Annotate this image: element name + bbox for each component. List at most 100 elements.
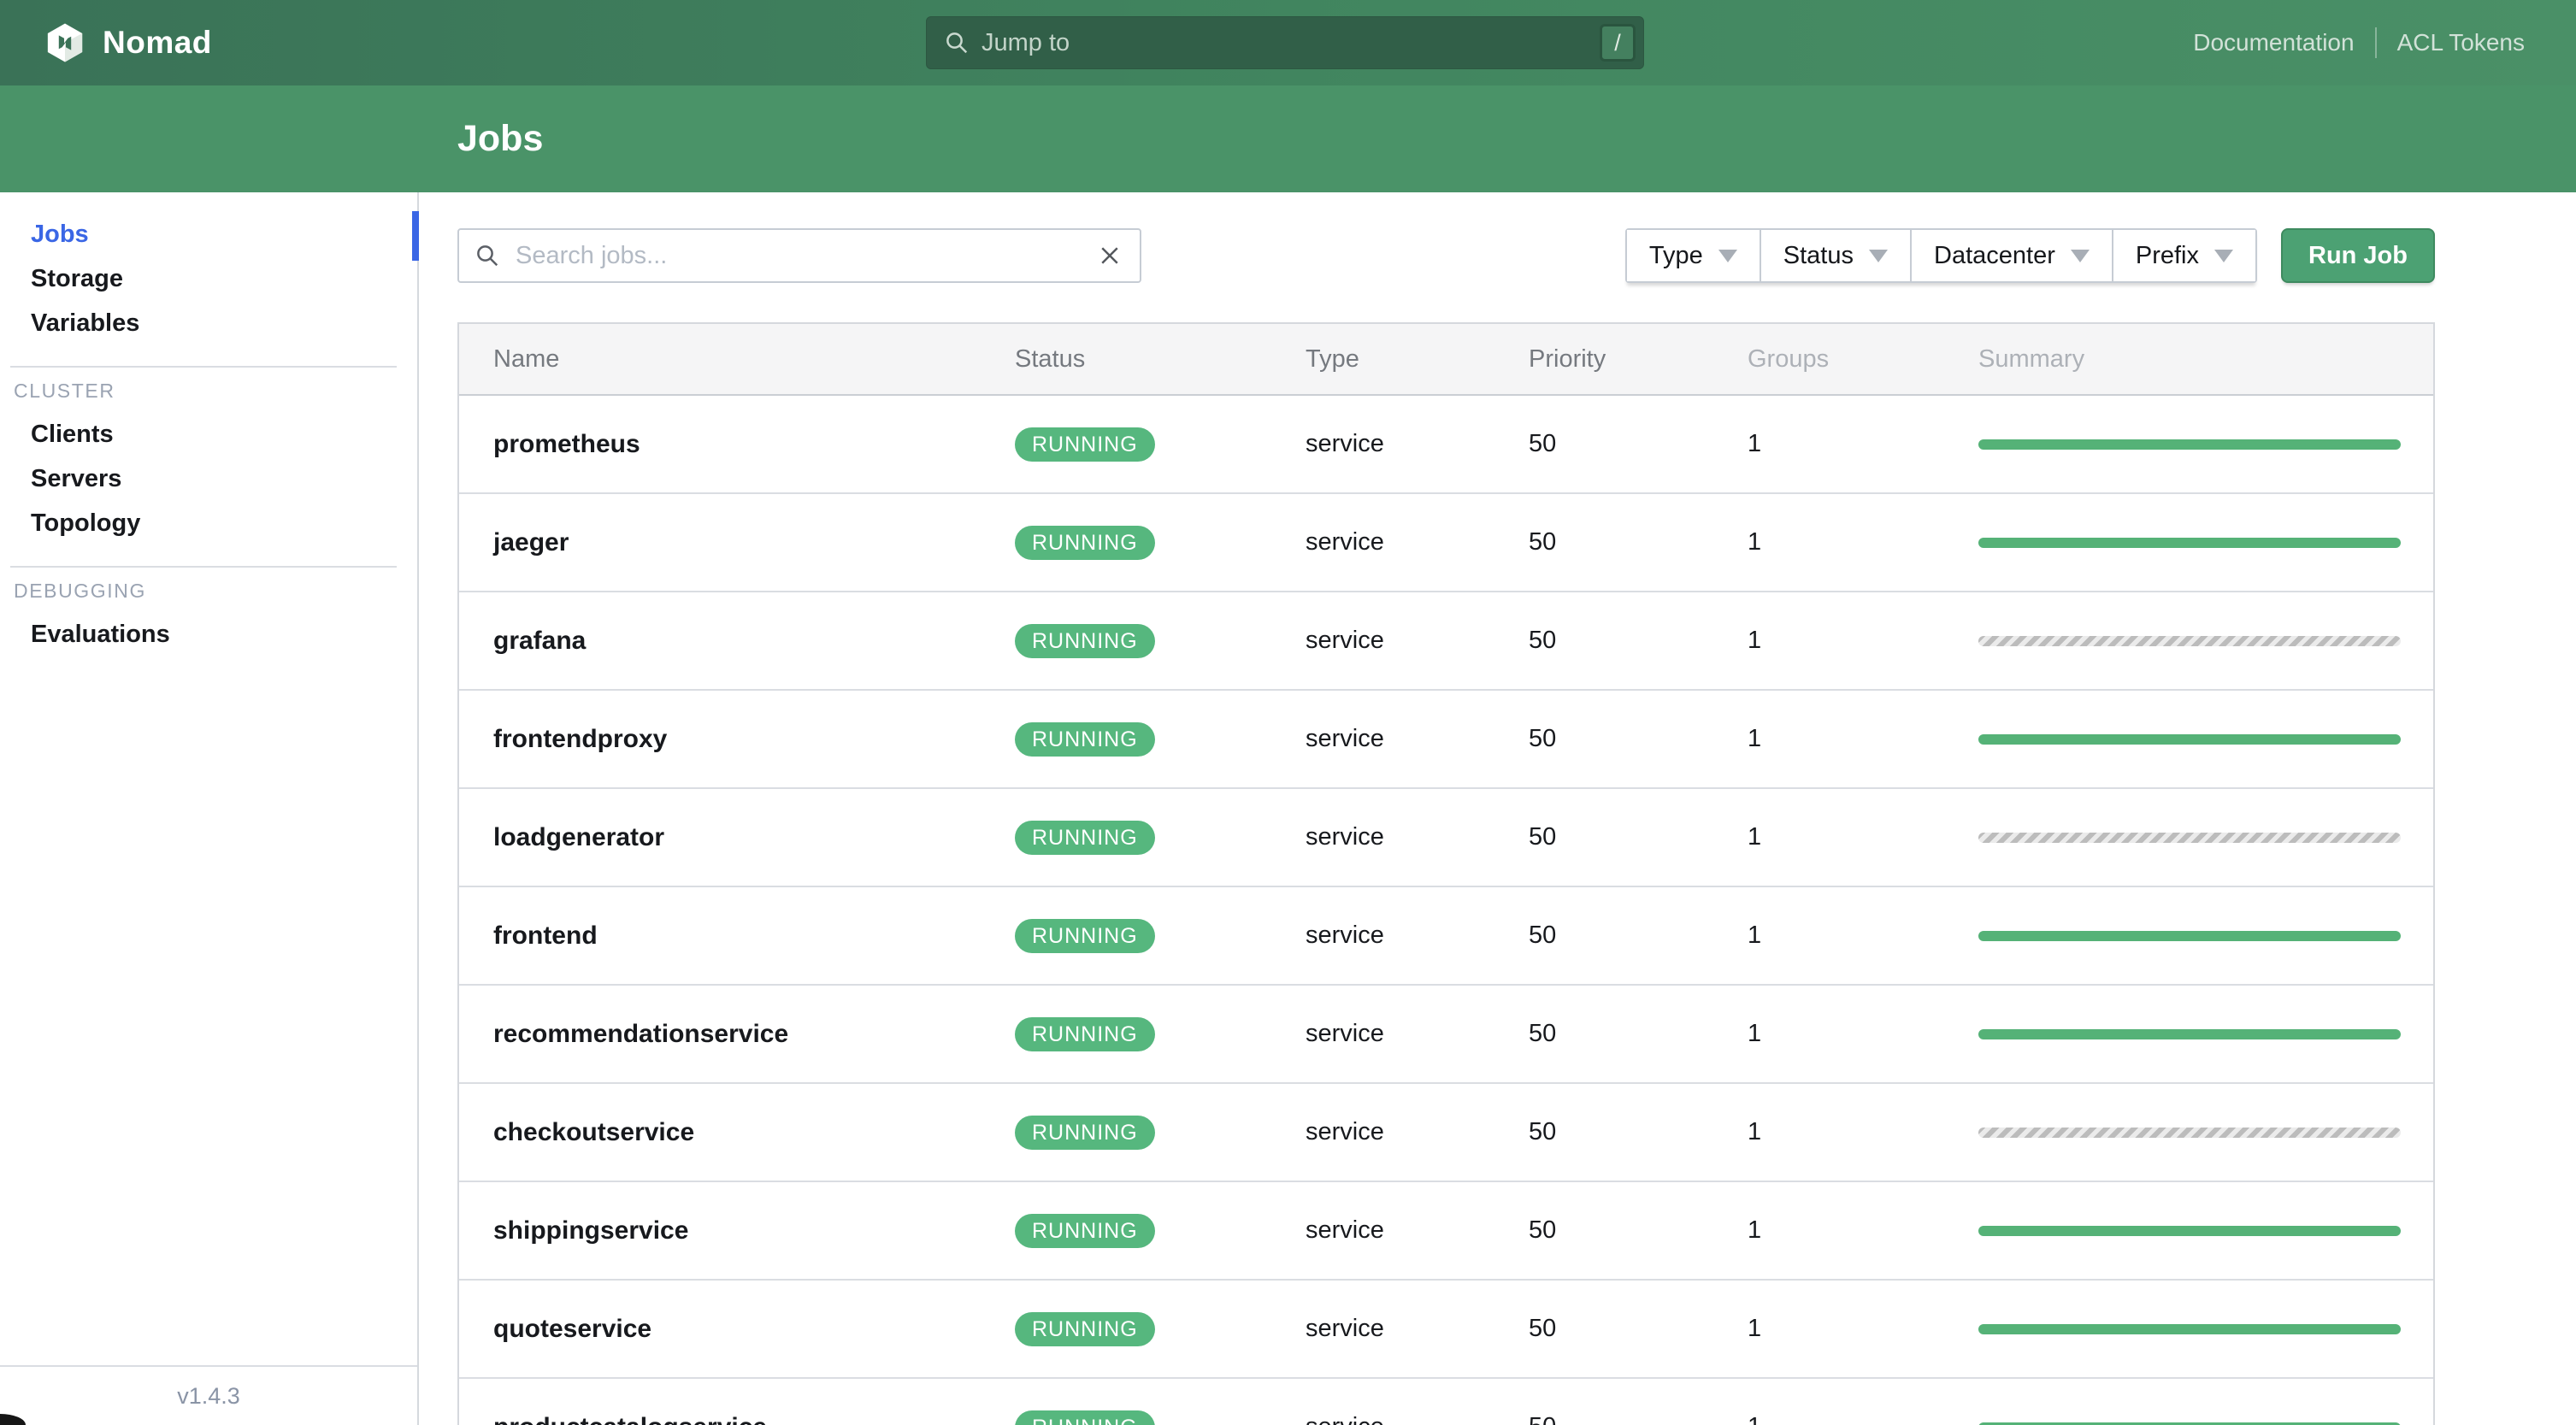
sidebar-item-label: Jobs [31,220,89,248]
job-groups: 1 [1748,922,1762,949]
status-badge: RUNNING [1015,1213,1155,1248]
table-row[interactable]: checkoutservice RUNNING service 50 1 [459,1084,2433,1182]
status-badge: RUNNING [1015,427,1155,462]
job-priority: 50 [1529,1315,1557,1342]
top-navbar: Nomad / Documentation ACL Tokens [0,0,2576,85]
summary-bar [1978,635,2401,646]
job-type: service [1306,1216,1384,1244]
filter-dropdown-type[interactable]: Type [1626,230,1761,281]
job-groups: 1 [1748,1020,1762,1047]
sidebar-item-evaluations[interactable]: Evaluations [0,612,417,657]
column-header-priority[interactable]: Priority [1529,345,1748,374]
job-groups: 1 [1748,1315,1762,1342]
job-priority: 50 [1529,528,1557,556]
summary-bar [1978,1028,2401,1039]
table-row[interactable]: frontend RUNNING service 50 1 [459,887,2433,986]
job-name: quoteservice [493,1314,652,1343]
summary-bar [1978,537,2401,548]
job-type: service [1306,1413,1529,1425]
column-header-summary: Summary [1978,344,2085,373]
table-row[interactable]: prometheus RUNNING service 50 1 [459,396,2433,494]
sidebar-item-topology[interactable]: Topology [0,501,417,545]
sidebar-section-debugging: DEBUGGING [14,579,146,602]
jobs-search-input[interactable] [457,228,1141,283]
brand-name: Nomad [103,25,212,60]
summary-bar [1978,930,2401,941]
filter-label: Status [1783,241,1854,269]
sidebar-item-clients[interactable]: Clients [0,412,417,456]
sidebar-item-jobs[interactable]: Jobs [0,211,419,261]
summary-bar [1978,733,2401,745]
table-row[interactable]: frontendproxy RUNNING service 50 1 [459,691,2433,789]
job-priority: 50 [1529,823,1557,851]
slash-shortcut-badge: / [1600,24,1636,62]
status-badge: RUNNING [1015,1115,1155,1150]
chevron-down-icon [2070,249,2090,262]
column-header-status[interactable]: Status [1015,345,1306,374]
jobs-search [457,228,1141,283]
sidebar-item-storage[interactable]: Storage [0,256,417,301]
column-header-name[interactable]: Name [459,345,1015,374]
run-job-button[interactable]: Run Job [2281,228,2435,283]
sidebar: Jobs Storage Variables CLUSTER Clients S… [0,192,419,1425]
brand[interactable]: Nomad [44,22,212,63]
sidebar-divider [10,566,397,568]
table-row[interactable]: shippingservice RUNNING service 50 1 [459,1182,2433,1281]
table-row[interactable]: quoteservice RUNNING service 50 1 [459,1281,2433,1379]
filter-dropdown-status[interactable]: Status [1760,230,1912,281]
clear-search-icon[interactable] [1097,243,1123,268]
filter-label: Prefix [2135,241,2199,269]
filter-dropdown-prefix[interactable]: Prefix [2113,230,2255,281]
job-name: checkoutservice [493,1117,695,1146]
jump-to-search[interactable]: / [926,16,1644,69]
job-name: jaeger [493,527,569,556]
job-groups: 1 [1748,1118,1762,1145]
job-name: productcatalogservice [459,1413,1015,1425]
job-groups: 1 [1748,1413,1978,1425]
sidebar-section-cluster: CLUSTER [14,379,115,402]
job-name: shippingservice [493,1216,689,1245]
filter-label: Type [1648,241,1703,269]
summary-bar [1978,1422,2401,1425]
table-header: Name Status Type Priority Groups Summary [459,324,2433,396]
job-type: service [1306,922,1384,949]
main-content: Type Status Datacenter Prefix Run Job Na… [419,192,2576,1425]
job-groups: 1 [1748,627,1762,654]
top-links-divider [2374,27,2377,58]
chevron-down-icon [2214,249,2233,262]
job-priority: 50 [1529,1216,1557,1244]
table-row[interactable]: jaeger RUNNING service 50 1 [459,494,2433,592]
table-row[interactable]: loadgenerator RUNNING service 50 1 [459,789,2433,887]
nomad-logo-icon [47,23,83,62]
table-row[interactable]: recommendationservice RUNNING service 50… [459,986,2433,1084]
acl-tokens-link[interactable]: ACL Tokens [2397,29,2525,56]
table-row[interactable]: grafana RUNNING service 50 1 [459,592,2433,691]
table-row[interactable]: productcatalogservice RUNNING service 50… [459,1379,2433,1425]
job-type: service [1306,1118,1384,1145]
job-priority: 50 [1529,1413,1748,1425]
summary-bar [1978,1225,2401,1236]
job-name: loadgenerator [493,822,665,851]
documentation-link[interactable]: Documentation [2193,29,2354,56]
filter-group: Type Status Datacenter Prefix [1624,228,2257,283]
status-badge: RUNNING [1015,525,1155,560]
search-icon [477,245,498,267]
summary-bar [1978,439,2401,450]
job-groups: 1 [1748,528,1762,556]
sidebar-item-label: Variables [31,309,140,337]
top-links: Documentation ACL Tokens [2193,27,2525,58]
table-body: prometheus RUNNING service 50 1 jaeger R… [459,396,2433,1425]
sidebar-item-label: Clients [31,420,114,448]
job-type: service [1306,627,1384,654]
sidebar-item-variables[interactable]: Variables [0,301,417,345]
job-type: service [1306,1315,1384,1342]
filter-dropdown-datacenter[interactable]: Datacenter [1912,230,2113,281]
page-header: Jobs [0,85,2576,192]
job-priority: 50 [1529,725,1557,752]
column-header-type[interactable]: Type [1306,345,1529,374]
job-name: prometheus [493,429,640,458]
jump-to-input[interactable] [981,28,1600,57]
job-priority: 50 [1529,922,1557,949]
job-groups: 1 [1748,725,1762,752]
sidebar-item-servers[interactable]: Servers [0,456,417,501]
